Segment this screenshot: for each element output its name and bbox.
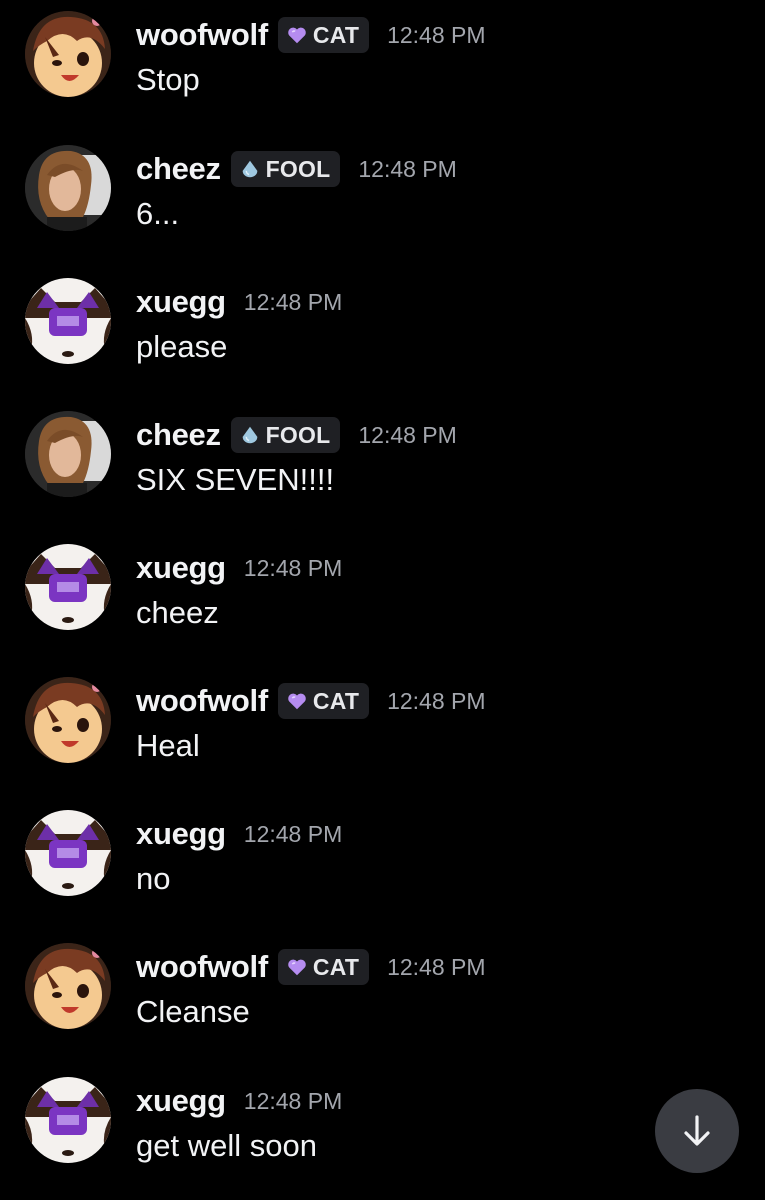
message-text: please [136,329,228,364]
timestamp: 12:48 PM [387,687,486,714]
message-text: Stop [136,62,200,97]
username[interactable]: cheez [136,151,221,187]
arrow-down-icon [677,1111,717,1151]
message-text: SIX SEVEN!!!! [136,462,335,497]
avatar-xuegg[interactable] [25,1077,111,1163]
server-tag[interactable]: CAT [277,17,370,53]
avatar-woofwolf[interactable] [25,11,111,97]
message-header: xuegg 12:48 PM [136,813,342,855]
username[interactable]: woofwolf [136,17,268,53]
message-item[interactable]: cheez FOOL 12:48 PM 6... [0,134,765,244]
message-item[interactable]: xuegg 12:48 PM please [0,267,765,377]
message-item[interactable]: woofwolf CAT 12:48 PM Heal [0,666,765,776]
username[interactable]: cheez [136,417,221,453]
message-header: xuegg 12:48 PM [136,281,342,323]
purple-heart-icon [286,956,308,978]
timestamp: 12:48 PM [358,421,457,448]
timestamp: 12:48 PM [243,288,343,315]
username[interactable]: xuegg [136,550,226,586]
timestamp: 12:48 PM [358,155,457,182]
tag-label: FOOL [265,421,331,448]
avatar-cheez[interactable] [25,411,111,497]
avatar-xuegg[interactable] [25,810,111,896]
water-drop-icon [239,158,261,180]
server-tag[interactable]: CAT [277,683,370,719]
message-item[interactable]: woofwolf CAT 12:48 PM Stop [0,0,765,110]
server-tag[interactable]: FOOL [230,417,341,453]
username[interactable]: xuegg [136,1083,226,1119]
avatar-woofwolf[interactable] [25,677,111,763]
message-header: cheez FOOL 12:48 PM [136,414,457,456]
username[interactable]: woofwolf [136,683,268,719]
tag-label: CAT [312,687,360,714]
message-item[interactable]: woofwolf CAT 12:48 PM Cleanse [0,932,765,1042]
water-drop-icon [239,424,261,446]
purple-heart-icon [286,24,308,46]
avatar-xuegg[interactable] [25,278,111,364]
purple-heart-icon [286,690,308,712]
message-item[interactable]: cheez FOOL 12:48 PM SIX SEVEN!!!! [0,400,765,510]
message-header: cheez FOOL 12:48 PM [136,148,457,190]
message-item[interactable]: xuegg 12:48 PM cheez [0,533,765,643]
tag-label: CAT [312,21,360,48]
message-header: woofwolf CAT 12:48 PM [136,946,486,988]
server-tag[interactable]: CAT [277,949,370,985]
message-text: Heal [136,728,200,763]
avatar-cheez[interactable] [25,145,111,231]
message-text: 6... [136,196,180,231]
message-text: get well soon [136,1128,317,1163]
message-item[interactable]: xuegg 12:48 PM get well soon [0,1066,765,1176]
avatar-xuegg[interactable] [25,544,111,630]
server-tag[interactable]: FOOL [230,151,341,187]
message-text: Cleanse [136,994,250,1029]
tag-label: FOOL [265,155,331,182]
message-header: woofwolf CAT 12:48 PM [136,14,486,56]
username[interactable]: xuegg [136,284,226,320]
username[interactable]: woofwolf [136,949,268,985]
timestamp: 12:48 PM [387,21,486,48]
timestamp: 12:48 PM [243,820,343,847]
username[interactable]: xuegg [136,816,226,852]
timestamp: 12:48 PM [243,554,343,581]
timestamp: 12:48 PM [243,1087,343,1114]
message-item[interactable]: xuegg 12:48 PM no [0,799,765,909]
timestamp: 12:48 PM [387,953,486,980]
message-header: xuegg 12:48 PM [136,1080,342,1122]
message-header: xuegg 12:48 PM [136,547,342,589]
jump-to-latest-button[interactable] [655,1089,739,1173]
message-list[interactable]: woofwolf CAT 12:48 PM Stop cheez FOOL 12… [0,0,765,1200]
avatar-woofwolf[interactable] [25,943,111,1029]
tag-label: CAT [312,953,360,980]
message-text: cheez [136,595,219,630]
message-text: no [136,861,171,896]
message-header: woofwolf CAT 12:48 PM [136,680,486,722]
